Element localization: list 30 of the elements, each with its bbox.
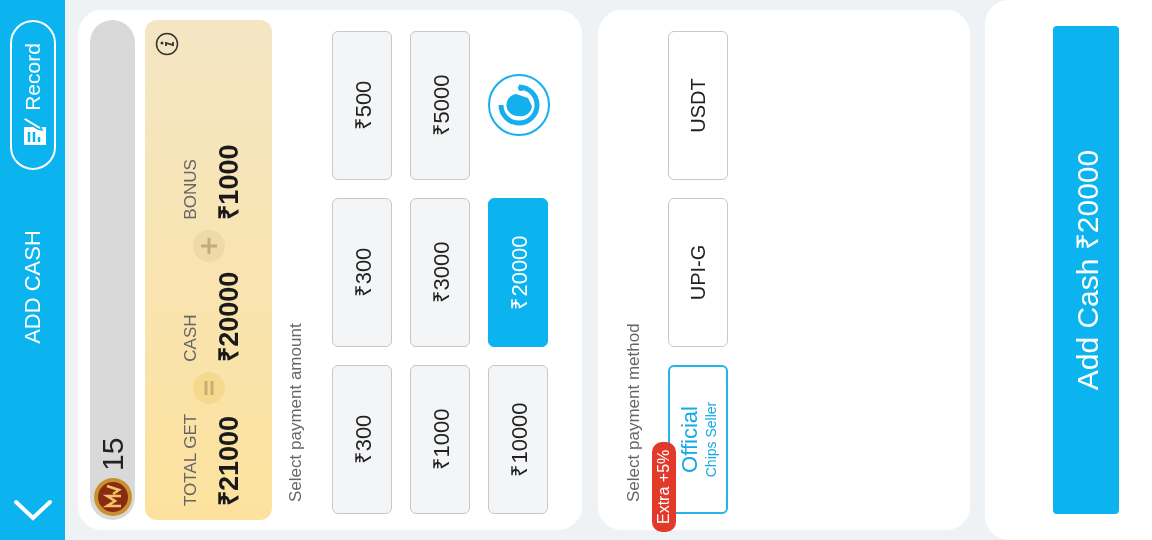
summary-label: CASH (181, 313, 201, 362)
amount-option[interactable]: ₹1000 (410, 365, 470, 514)
back-chevron-icon (12, 498, 53, 522)
section-label: Select payment amount (286, 322, 306, 502)
extra-badge: Extra +5% (652, 441, 676, 532)
amount-option[interactable]: ₹5000 (410, 31, 470, 180)
summary-value: ₹20000 (213, 271, 245, 362)
amount-option[interactable]: ₹300 (332, 365, 392, 514)
equals-icon (192, 371, 225, 404)
method-title: USDT (686, 78, 710, 133)
amount-option[interactable]: ₹3000 (410, 198, 470, 347)
plus-icon (192, 229, 225, 262)
balance-value: 15 (95, 437, 130, 471)
page-title: ADD CASH (19, 230, 46, 344)
method-title: UPI-G (686, 244, 710, 301)
amount-option[interactable]: ₹300 (332, 198, 392, 347)
summary-label: BONUS (181, 158, 201, 220)
method-subtitle: Chips Seller (703, 401, 719, 478)
payment-method-option[interactable]: UPI-G (668, 198, 728, 347)
amount-option[interactable]: ₹10000 (488, 365, 548, 514)
section-label: Select payment method (624, 322, 644, 502)
payment-method-option[interactable]: USDT (668, 31, 728, 180)
summary-value: ₹1000 (213, 144, 245, 220)
summary-label: TOTAL GET (181, 413, 201, 506)
info-icon[interactable] (155, 32, 179, 56)
amount-option[interactable]: ₹500 (332, 31, 392, 180)
headset-support-icon[interactable] (488, 74, 550, 137)
method-title: Official (677, 406, 703, 473)
coin-icon (92, 477, 133, 517)
summary-value: ₹21000 (213, 414, 245, 506)
